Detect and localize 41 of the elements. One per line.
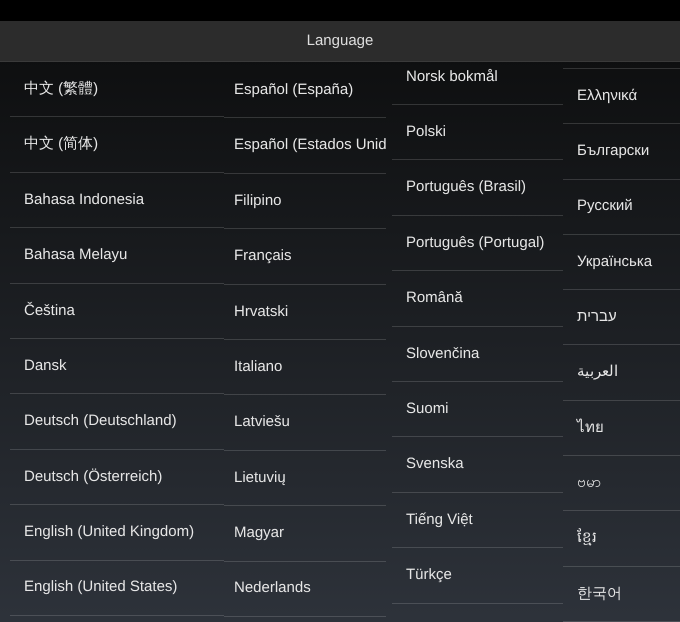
language-item[interactable]: Български xyxy=(563,124,680,180)
language-item[interactable]: Русский xyxy=(563,180,680,235)
language-item[interactable]: Norsk bokmål xyxy=(392,62,563,105)
language-item[interactable]: Slovenčina xyxy=(392,326,563,382)
language-item[interactable]: Română xyxy=(392,271,563,327)
language-item[interactable]: Português (Brasil) xyxy=(392,160,563,216)
language-item[interactable]: Português (Portugal) xyxy=(392,216,563,272)
language-item[interactable]: Filipino xyxy=(224,174,386,230)
language-item[interactable]: Polski xyxy=(392,105,563,160)
language-item[interactable]: Türkçe xyxy=(392,548,563,604)
language-item[interactable]: 中文 (简体) xyxy=(10,117,224,173)
language-item[interactable]: Ελληνικά xyxy=(563,68,680,124)
language-item[interactable]: العربية xyxy=(563,345,680,401)
language-item[interactable]: Hrvatski xyxy=(224,284,386,340)
dialog-title: Language xyxy=(306,30,374,51)
language-item[interactable]: 中文 (繁體) xyxy=(10,62,224,118)
language-item[interactable]: ไทย xyxy=(563,400,680,456)
language-item[interactable]: 한국어 xyxy=(563,566,680,622)
language-item[interactable]: Lietuvių xyxy=(224,450,386,506)
language-item[interactable]: Español (Estados Unid xyxy=(224,118,386,174)
language-item[interactable]: Latviešu xyxy=(224,395,386,451)
language-item[interactable]: English (United States) xyxy=(10,560,224,616)
language-item[interactable]: Suomi xyxy=(392,382,563,438)
language-item[interactable]: Français xyxy=(224,229,386,285)
language-item[interactable]: Magyar xyxy=(224,506,386,562)
language-item[interactable]: Español (España) xyxy=(224,63,386,118)
language-item[interactable]: עברית xyxy=(563,290,680,346)
language-item[interactable]: ဗမာ xyxy=(563,456,680,512)
language-item[interactable]: Українська xyxy=(563,234,680,290)
language-item[interactable]: Čeština xyxy=(10,284,224,339)
language-item[interactable]: Deutsch (Österreich) xyxy=(10,450,224,506)
language-item[interactable]: Nederlands xyxy=(224,562,386,617)
language-item[interactable]: Deutsch (Deutschland) xyxy=(10,394,224,450)
language-item[interactable]: English (United Kingdom) xyxy=(10,505,224,561)
language-item[interactable]: Dansk xyxy=(10,338,224,394)
language-item[interactable]: Svenska xyxy=(392,437,563,493)
language-item[interactable]: ខ្មែរ xyxy=(563,511,680,567)
language-item[interactable]: Tiếng Việt xyxy=(392,492,563,548)
language-item[interactable]: Italiano xyxy=(224,340,386,396)
language-item[interactable]: Bahasa Melayu xyxy=(10,228,224,284)
language-item[interactable]: Bahasa Indonesia xyxy=(10,172,224,228)
